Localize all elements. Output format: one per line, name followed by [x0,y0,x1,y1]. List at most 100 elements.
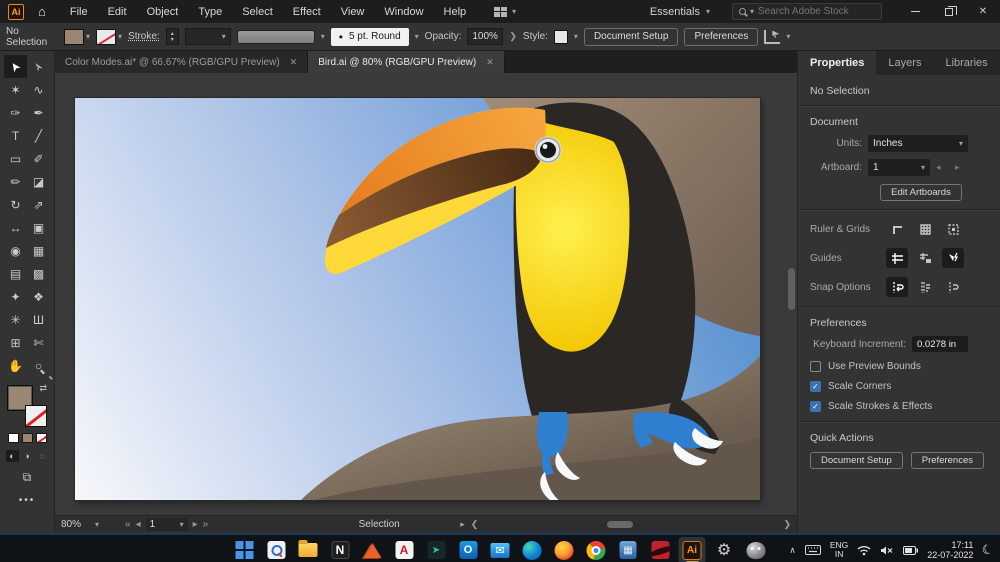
menu-object[interactable]: Object [137,3,189,21]
show-transparency-grid-button[interactable] [942,219,964,239]
draw-normal-icon[interactable]: ◐ [5,450,19,462]
adobe-stock-search[interactable]: ▾ [732,3,882,20]
mesh-tool[interactable]: ▤ [4,262,27,285]
keyboard-increment-input[interactable] [912,336,968,352]
menu-view[interactable]: View [331,3,375,21]
selection-tool[interactable]: ➤ [4,55,27,78]
pencil-tool[interactable]: ✏ [4,170,27,193]
magic-wand-tool[interactable]: ✶ [4,78,27,101]
status-flyout-icon[interactable]: ▸ [460,519,465,530]
vertical-scrollbar[interactable] [788,268,795,310]
stroke-weight-dropdown[interactable]: ▾ [184,28,231,45]
menu-edit[interactable]: Edit [98,3,137,21]
hand-tool[interactable]: ✋ [4,354,27,377]
quick-preferences-button[interactable]: Preferences [910,452,984,469]
wifi-icon[interactable] [857,545,871,556]
scale-tool[interactable]: ⇗ [27,193,50,216]
scroll-right-icon[interactable]: ❯ [783,519,791,530]
taskbar-clock[interactable]: 17:11 22-07-2022 [927,540,973,560]
language-indicator[interactable]: ENG IN [830,541,848,559]
perspective-grid-tool[interactable]: ▦ [27,239,50,262]
direct-selection-tool[interactable]: ➢ [27,55,50,78]
menu-effect[interactable]: Effect [283,3,331,21]
gradient-tool[interactable]: ▩ [27,262,50,285]
width-tool[interactable]: ↔ [4,216,27,239]
preferences-button[interactable]: Preferences [684,27,759,46]
color-button[interactable] [7,433,19,443]
shape-builder-tool[interactable]: ◉ [4,239,27,262]
type-tool[interactable]: T [4,124,27,147]
tab-properties[interactable]: Properties [798,51,877,75]
start-icon[interactable] [231,537,258,562]
show-grid-button[interactable] [914,219,936,239]
units-dropdown[interactable]: Inches ▾ [868,135,968,152]
stroke-color-box[interactable] [25,405,47,427]
artboard-prev-next-icons[interactable]: ◂ ▸ [936,162,966,173]
eyedropper-tool[interactable]: ✦ [4,285,27,308]
symbol-sprayer-tool[interactable]: ✳ [4,308,27,331]
home-icon[interactable]: ⌂ [38,4,46,19]
minimize-button[interactable] [898,0,932,23]
gimp-icon[interactable] [743,537,770,562]
next-artboard-icon[interactable]: ▸ [193,519,198,530]
rectangle-tool[interactable]: ▭ [4,147,27,170]
line-segment-tool[interactable]: ╱ [27,124,50,147]
artboard[interactable] [75,98,760,500]
previous-artboard-icon[interactable]: ◂ [136,519,141,530]
style-swatch[interactable] [553,29,568,44]
free-transform-tool[interactable]: ▣ [27,216,50,239]
scrollbar-thumb[interactable] [607,520,634,528]
brush-definition[interactable]: 5 pt. Round [330,27,409,46]
settings-icon[interactable]: ⚙ [711,537,738,562]
opacity-flyout-icon[interactable]: ❯ [509,31,517,42]
artboard-tool[interactable]: ⊞ [4,331,27,354]
menu-select[interactable]: Select [232,3,283,21]
red-media-app-icon[interactable] [647,537,674,562]
menu-file[interactable]: File [60,3,98,21]
edit-artboards-button[interactable]: Edit Artboards [880,184,962,201]
eraser-tool[interactable]: ◪ [27,170,50,193]
touch-workspace-icon[interactable] [764,29,781,44]
battery-icon[interactable] [903,545,919,555]
file-explorer-icon[interactable] [295,537,322,562]
smart-guides-button[interactable] [942,248,964,268]
stroke-weight-stepper[interactable]: ▴ ▾ [165,28,179,45]
search-app-icon[interactable] [263,537,290,562]
zoom-level-dropdown[interactable]: 80% ▾ [61,519,119,530]
slice-tool[interactable]: ✄ [27,331,50,354]
checkbox-scale-strokes-effects[interactable]: ✓ Scale Strokes & Effects [810,401,988,412]
calculator-icon[interactable]: ▦ [615,537,642,562]
artboard-number-dropdown[interactable]: 1 ▾ [145,517,188,531]
lasso-tool[interactable]: ∿ [27,78,50,101]
quick-document-setup-button[interactable]: Document Setup [810,452,903,469]
zoom-tool[interactable]: ○ [27,354,50,377]
menu-type[interactable]: Type [188,3,232,21]
tray-chevron-up-icon[interactable]: ∧ [789,545,796,556]
autocad-icon[interactable]: A [391,537,418,562]
rotate-tool[interactable]: ↻ [4,193,27,216]
notebook-app-icon[interactable]: N [327,537,354,562]
edit-toolbar-icon[interactable]: ••• [19,495,36,506]
screen-mode-icon[interactable]: ⧉ [23,470,32,485]
snap-to-grid-button[interactable] [886,277,908,297]
show-rulers-button[interactable] [886,219,908,239]
none-button[interactable] [35,433,47,443]
fill-color-control[interactable]: ▾ [64,28,90,45]
last-artboard-icon[interactable]: » [203,519,209,530]
checkbox-scale-corners[interactable]: ✓ Scale Corners [810,381,988,392]
checkbox-icon[interactable]: ✓ [810,381,821,392]
workspace-switcher[interactable]: Essentials ▾ [650,6,710,18]
draw-inside-icon[interactable]: ◌ [36,450,49,462]
show-guides-button[interactable] [886,248,908,268]
artboard-dropdown[interactable]: 1 ▾ [868,159,930,176]
volume-muted-icon[interactable] [880,545,894,556]
pen-tool[interactable]: ✒ [27,101,50,124]
menu-window[interactable]: Window [374,3,433,21]
checkbox-use-preview-bounds[interactable]: Use Preview Bounds [810,361,988,372]
document-setup-button[interactable]: Document Setup [583,27,679,46]
checkbox-icon[interactable] [810,361,821,372]
paintbrush-tool[interactable]: ✐ [27,147,50,170]
touch-keyboard-icon[interactable] [804,545,821,555]
stroke-none-swatch[interactable] [96,28,117,45]
opacity-value[interactable]: 100% [467,28,504,45]
